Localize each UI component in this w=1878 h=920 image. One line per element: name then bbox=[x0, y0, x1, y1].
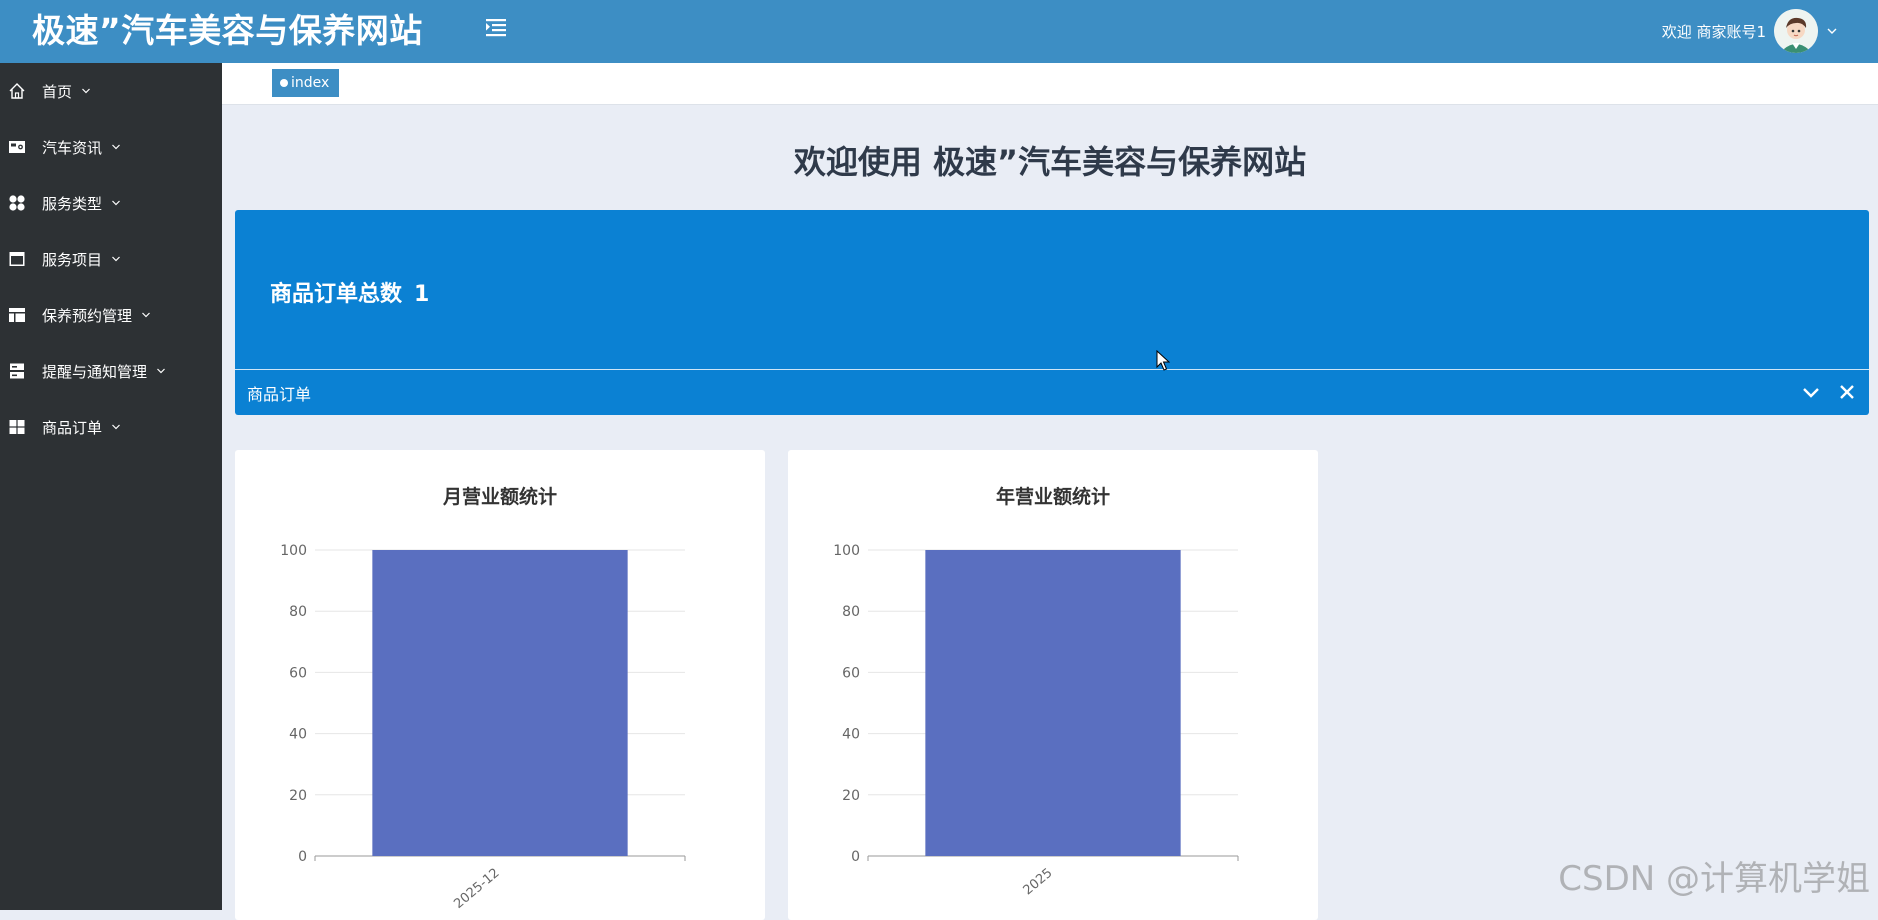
bar[interactable] bbox=[372, 550, 628, 856]
sidebar-item-label: 提醒与通知管理 bbox=[42, 362, 148, 381]
y-tick-label: 0 bbox=[298, 849, 307, 865]
y-tick-label: 20 bbox=[842, 788, 860, 804]
chevron-down-icon[interactable] bbox=[1826, 25, 1838, 37]
x-tick-label: 2025-12 bbox=[451, 866, 502, 912]
sidebar-item-label: 首页 bbox=[42, 82, 73, 101]
tab-index[interactable]: index bbox=[272, 69, 340, 97]
top-header: 极速”汽车美容与保养网站 欢迎 商家账号1 bbox=[0, 0, 1878, 63]
y-tick-label: 60 bbox=[289, 665, 307, 681]
sidebar-item-news[interactable]: 汽车资讯 bbox=[0, 119, 222, 175]
y-tick-label: 40 bbox=[289, 727, 307, 743]
x-tick-label: 2025 bbox=[1021, 866, 1056, 899]
sidebar-item-orders[interactable]: 商品订单 bbox=[0, 399, 222, 455]
chevron-down-icon bbox=[112, 200, 120, 206]
sidebar-item-label: 汽车资讯 bbox=[42, 138, 103, 157]
home-icon bbox=[9, 83, 25, 99]
sidebar-item-label: 保养预约管理 bbox=[42, 306, 133, 325]
chevron-down-icon bbox=[157, 368, 165, 374]
user-avatar-icon[interactable] bbox=[1774, 9, 1818, 53]
y-tick-label: 80 bbox=[289, 604, 307, 620]
chevron-down-icon bbox=[112, 256, 120, 262]
tabs-bar: index bbox=[222, 63, 1878, 105]
close-icon[interactable] bbox=[1837, 382, 1857, 402]
tab-label: index bbox=[291, 75, 330, 91]
sidebar-item-label: 服务类型 bbox=[42, 194, 103, 213]
order-stat-value: 1 bbox=[414, 282, 430, 307]
table-icon bbox=[9, 420, 25, 434]
page-title: 欢迎使用 极速”汽车美容与保养网站 bbox=[793, 143, 1307, 181]
user-menu[interactable]: 欢迎 商家账号1 bbox=[1662, 5, 1838, 57]
y-tick-label: 80 bbox=[842, 604, 860, 620]
menu-fold-icon[interactable] bbox=[483, 14, 509, 40]
monthly-revenue-chart-card: 月营业额统计 0 20 40 60 80 100 2025-12 bbox=[235, 450, 765, 920]
y-tick-label: 40 bbox=[842, 727, 860, 743]
chevron-down-icon bbox=[142, 312, 150, 318]
order-stat-footer-label: 商品订单 bbox=[247, 385, 312, 404]
mouse-cursor-icon bbox=[1156, 350, 1170, 371]
y-tick-label: 20 bbox=[289, 788, 307, 804]
app-title: 极速”汽车美容与保养网站 bbox=[32, 11, 423, 50]
sidebar-item-maintenance[interactable]: 保养预约管理 bbox=[0, 287, 222, 343]
chevron-down-icon bbox=[112, 424, 120, 430]
yearly-revenue-chart-card: 年营业额统计 0 20 40 60 80 100 2025 bbox=[788, 450, 1318, 920]
collapse-chevron-icon[interactable] bbox=[1801, 382, 1821, 402]
y-tick-label: 60 bbox=[842, 665, 860, 681]
y-tick-label: 100 bbox=[280, 543, 307, 559]
order-stat-footer: 商品订单 bbox=[235, 369, 1869, 416]
news-icon bbox=[9, 141, 25, 153]
sidebar: 首页 汽车资讯 服务类型 服务项目 保养预约管理 提醒与通知管理 商品订单 bbox=[0, 63, 222, 910]
welcome-user-text: 欢迎 商家账号1 bbox=[1661, 22, 1766, 41]
y-tick-label: 0 bbox=[851, 849, 860, 865]
bar[interactable] bbox=[925, 550, 1181, 856]
sidebar-item-label: 服务项目 bbox=[42, 250, 103, 269]
sidebar-item-home[interactable]: 首页 bbox=[0, 63, 222, 119]
sidebar-item-label: 商品订单 bbox=[42, 418, 103, 437]
grid-icon bbox=[9, 195, 25, 211]
order-stat-text: 商品订单总数 1 bbox=[270, 270, 429, 320]
dot-icon bbox=[280, 79, 288, 87]
chevron-down-icon bbox=[82, 88, 90, 94]
sidebar-item-reminder[interactable]: 提醒与通知管理 bbox=[0, 343, 222, 399]
yearly-revenue-chart: 0 20 40 60 80 100 2025 bbox=[833, 543, 1239, 899]
window-icon bbox=[9, 252, 25, 266]
y-tick-label: 100 bbox=[833, 543, 860, 559]
sidebar-item-service-project[interactable]: 服务项目 bbox=[0, 231, 222, 287]
chevron-down-icon bbox=[112, 144, 120, 150]
order-stat-card: 商品订单总数 1 商品订单 bbox=[235, 210, 1869, 415]
order-stat-label: 商品订单总数 bbox=[270, 282, 403, 307]
server-icon bbox=[10, 363, 24, 379]
sidebar-item-service-type[interactable]: 服务类型 bbox=[0, 175, 222, 231]
watermark: CSDN @计算机学姐 bbox=[1558, 859, 1870, 899]
monthly-revenue-chart: 0 20 40 60 80 100 2025-12 bbox=[280, 543, 686, 912]
layout-icon bbox=[9, 308, 25, 322]
